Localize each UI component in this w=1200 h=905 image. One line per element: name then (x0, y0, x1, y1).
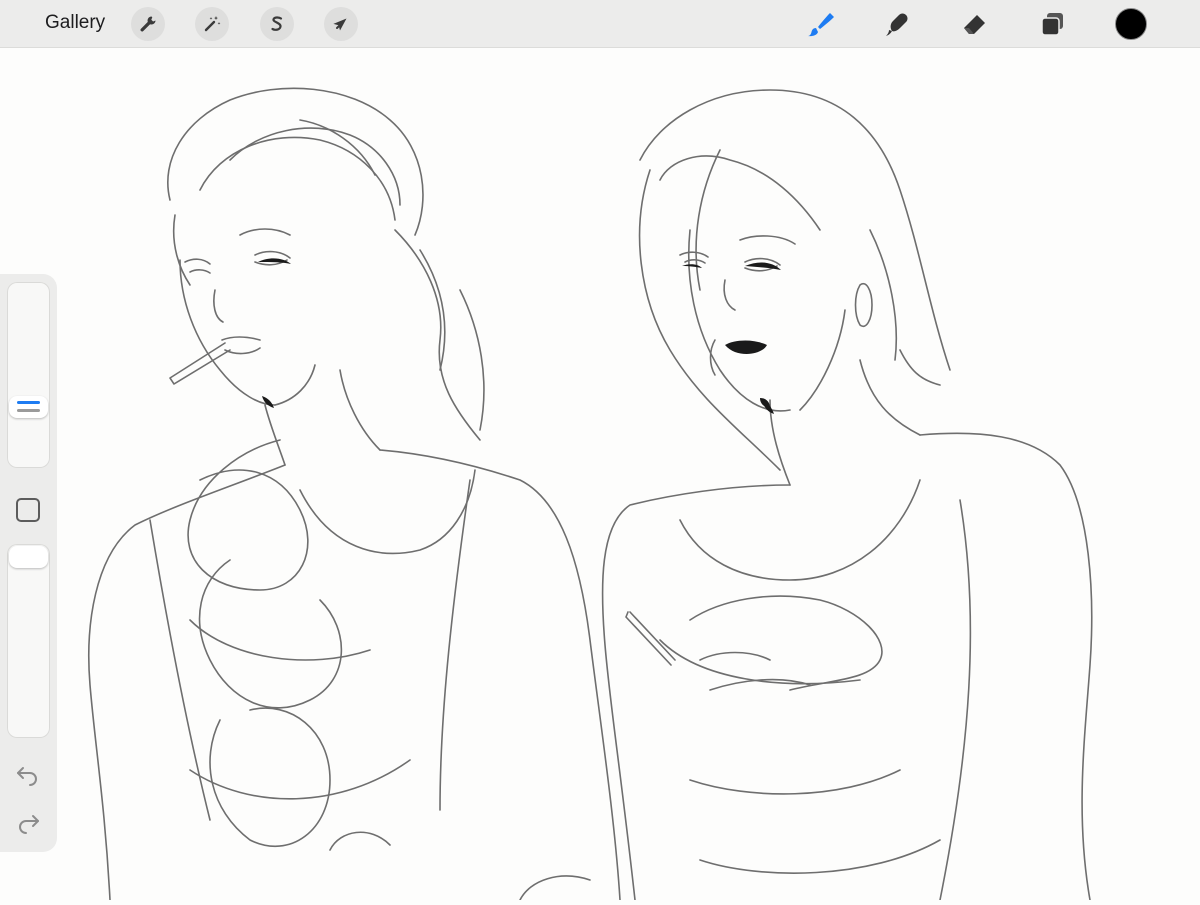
modify-button[interactable] (16, 498, 40, 522)
wrench-icon (140, 16, 156, 32)
gallery-button[interactable]: Gallery (45, 12, 105, 34)
layers-button[interactable] (1037, 8, 1069, 40)
undo-button[interactable] (14, 762, 42, 786)
arrow-cursor-icon (333, 18, 347, 31)
smudge-tool-button[interactable] (882, 8, 914, 40)
color-picker-button[interactable] (1115, 8, 1147, 40)
sketch-artwork (88, 87, 1093, 901)
selection-s-icon (271, 16, 283, 31)
brush-icon (808, 13, 834, 37)
drawing-canvas[interactable] (0, 48, 1200, 901)
magic-wand-icon (204, 16, 221, 32)
handle-lines-icon (17, 401, 40, 412)
brush-size-slider[interactable] (7, 282, 50, 468)
top-toolbar: Gallery (0, 0, 1200, 48)
opacity-handle[interactable] (9, 546, 48, 568)
undo-icon (17, 767, 37, 786)
eraser-tool-button[interactable] (959, 8, 991, 40)
brush-size-handle[interactable] (9, 396, 48, 418)
redo-icon (19, 815, 39, 834)
eraser-icon (964, 15, 985, 34)
brush-tool-button[interactable] (804, 8, 836, 40)
side-toolbar (0, 274, 57, 852)
layers-icon (1041, 13, 1063, 36)
adjustments-button[interactable] (195, 7, 229, 41)
actions-button[interactable] (131, 7, 165, 41)
opacity-slider[interactable] (7, 544, 50, 738)
redo-button[interactable] (14, 810, 42, 834)
smudge-icon (886, 13, 908, 36)
transform-button[interactable] (324, 7, 358, 41)
selection-button[interactable] (260, 7, 294, 41)
